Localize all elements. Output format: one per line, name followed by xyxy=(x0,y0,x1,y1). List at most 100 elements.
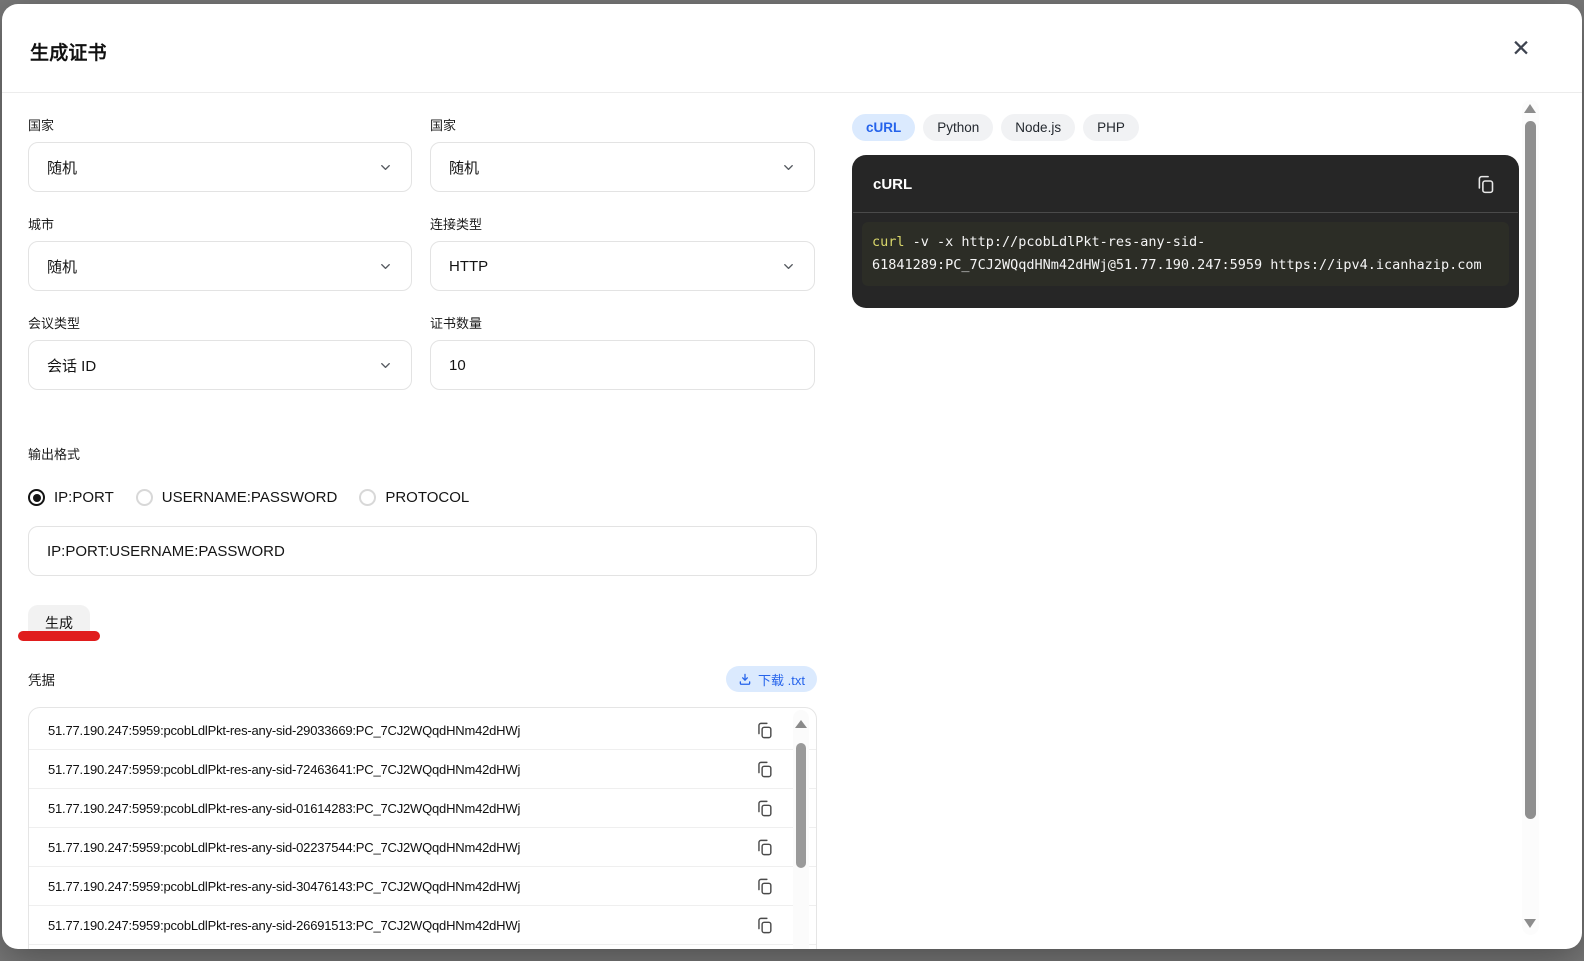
connection-type-select[interactable]: HTTP xyxy=(430,241,815,291)
credentials-label: 凭据 xyxy=(28,673,55,688)
select-value: 随机 xyxy=(449,159,480,177)
fields-grid: 国家 随机 国家 随机 城市 随机 连接类型 HTTP 会议类型 会话 ID 证… xyxy=(28,93,817,412)
output-format-label: 输出格式 xyxy=(28,447,81,462)
credential-text: 51.77.190.247:5959:pcobLdlPkt-res-any-si… xyxy=(48,800,521,816)
generate-certificate-dialog: 生成证书 ✕ 国家 随机 国家 随机 城市 随机 连接类型 HTTP 会议类型 … xyxy=(2,4,1582,949)
scrollbar-thumb[interactable] xyxy=(1525,121,1536,819)
credentials-list: 51.77.190.247:5959:pcobLdlPkt-res-any-si… xyxy=(28,707,817,949)
copy-icon xyxy=(755,760,774,779)
country-2-select[interactable]: 随机 xyxy=(430,142,815,192)
session-type-select[interactable]: 会话 ID xyxy=(28,340,412,390)
credential-row: 51.77.190.247:5959:pcobLdlPkt-res-any-si… xyxy=(29,750,816,789)
radio-icon xyxy=(28,489,45,506)
select-value: 随机 xyxy=(47,258,78,276)
credentials-header: 凭据 下载 .txt xyxy=(28,666,817,692)
scroll-up-arrow-icon[interactable] xyxy=(795,720,807,728)
credential-row: 51.77.190.247:5959:pcobLdlPkt-res-any-si… xyxy=(29,789,816,828)
chevron-down-icon xyxy=(378,160,393,175)
copy-icon xyxy=(1475,174,1496,195)
field-label: 连接类型 xyxy=(430,217,483,232)
scroll-down-arrow-icon[interactable] xyxy=(1524,919,1536,928)
chevron-down-icon xyxy=(378,259,393,274)
field-label: 会议类型 xyxy=(28,316,81,331)
copy-icon xyxy=(755,721,774,740)
radio-icon xyxy=(359,489,377,506)
scroll-up-arrow-icon[interactable] xyxy=(1524,104,1536,113)
field-city: 城市 随机 xyxy=(28,214,412,291)
radio-label: USERNAME:PASSWORD xyxy=(161,489,338,506)
field-certificate-count: 证书数量 xyxy=(430,313,815,390)
form-column: 国家 随机 国家 随机 城市 随机 连接类型 HTTP 会议类型 会话 ID 证… xyxy=(28,93,817,949)
copy-icon xyxy=(755,799,774,818)
field-country-1: 国家 随机 xyxy=(28,115,412,192)
credential-row: 51.77.190.247:5959:pcobLdlPkt-res-any-si… xyxy=(29,906,816,945)
scrollbar-thumb[interactable] xyxy=(796,743,806,868)
code-panel-header: cURL xyxy=(852,155,1519,212)
chevron-down-icon xyxy=(781,259,796,274)
credential-text: 51.77.190.247:5959:pcobLdlPkt-res-any-si… xyxy=(48,839,521,855)
credential-row: 51.77.190.247:5959:pcobLdlPkt-res-any-si… xyxy=(29,867,816,906)
radio-label: PROTOCOL xyxy=(385,489,470,506)
close-icon: ✕ xyxy=(1511,36,1531,62)
copy-credential-button[interactable] xyxy=(753,836,776,859)
field-label: 证书数量 xyxy=(430,316,483,331)
copy-credential-button[interactable] xyxy=(753,875,776,898)
certificate-count-input[interactable] xyxy=(430,340,815,390)
copy-credential-button[interactable] xyxy=(753,797,776,820)
select-value: HTTP xyxy=(449,257,489,275)
code-panel: cURL curl -v -x http://pcobLdlPkt-res-an… xyxy=(852,155,1519,308)
radio-label: IP:PORT xyxy=(54,489,114,506)
tab-curl[interactable]: cURL xyxy=(852,114,916,141)
credentials-scrollbar[interactable] xyxy=(793,710,809,949)
code-panel-title: cURL xyxy=(873,176,913,193)
chevron-down-icon xyxy=(781,160,796,175)
tab-python[interactable]: Python xyxy=(923,114,994,141)
select-value: 随机 xyxy=(47,159,78,177)
credential-text: 51.77.190.247:5959:pcobLdlPkt-res-any-si… xyxy=(48,917,521,933)
dialog-scrollbar[interactable] xyxy=(1522,100,1539,935)
copy-icon xyxy=(755,916,774,935)
dialog-title: 生成证书 xyxy=(30,43,107,64)
city-select[interactable]: 随机 xyxy=(28,241,412,291)
radio-username-password[interactable]: USERNAME:PASSWORD xyxy=(135,489,338,506)
code-language-tabs: cURL Python Node.js PHP xyxy=(852,114,1519,141)
code-snippet: curl -v -x http://pcobLdlPkt-res-any-sid… xyxy=(862,222,1509,286)
radio-icon xyxy=(135,489,153,506)
chevron-down-icon xyxy=(378,358,393,373)
credential-row: 51.77.190.247:5959:pcobLdlPkt-res-any-si… xyxy=(29,828,816,867)
code-command: -v -x http://pcobLdlPkt-res-any-sid-6184… xyxy=(872,234,1482,273)
field-connection-type: 连接类型 HTTP xyxy=(430,214,815,291)
field-session-type: 会议类型 会话 ID xyxy=(28,313,412,390)
copy-icon xyxy=(755,838,774,857)
annotation-red-underline xyxy=(18,631,100,641)
credential-text: 51.77.190.247:5959:pcobLdlPkt-res-any-si… xyxy=(48,761,521,777)
copy-credential-button[interactable] xyxy=(753,758,776,781)
code-column: cURL Python Node.js PHP cURL curl -v -x … xyxy=(852,93,1519,308)
close-button[interactable]: ✕ xyxy=(1506,34,1536,64)
copy-credential-button[interactable] xyxy=(753,914,776,937)
radio-ip-port[interactable]: IP:PORT xyxy=(28,489,114,506)
country-1-select[interactable]: 随机 xyxy=(28,142,412,192)
field-label: 国家 xyxy=(28,118,55,133)
format-template-input[interactable] xyxy=(28,526,817,576)
copy-icon xyxy=(755,877,774,896)
copy-credential-button[interactable] xyxy=(753,719,776,742)
credential-text: 51.77.190.247:5959:pcobLdlPkt-res-any-si… xyxy=(48,878,521,894)
output-format-radio-group: IP:PORT USERNAME:PASSWORD PROTOCOL xyxy=(28,489,817,506)
dialog-header: 生成证书 ✕ xyxy=(2,4,1582,93)
tab-nodejs[interactable]: Node.js xyxy=(1001,114,1076,141)
tab-php[interactable]: PHP xyxy=(1083,114,1139,141)
code-keyword: curl xyxy=(872,234,905,250)
download-label: 下载 .txt xyxy=(758,672,805,688)
download-icon xyxy=(738,672,752,686)
download-txt-button[interactable]: 下载 .txt xyxy=(726,666,817,692)
field-country-2: 国家 随机 xyxy=(430,115,815,192)
field-label: 城市 xyxy=(28,217,55,232)
radio-protocol[interactable]: PROTOCOL xyxy=(359,489,469,506)
select-value: 会话 ID xyxy=(47,357,97,375)
copy-code-button[interactable] xyxy=(1473,172,1498,197)
field-label: 国家 xyxy=(430,118,457,133)
credential-row: 51.77.190.247:5959:pcobLdlPkt-res-any-si… xyxy=(29,711,816,750)
code-panel-divider xyxy=(853,212,1518,213)
credential-text: 51.77.190.247:5959:pcobLdlPkt-res-any-si… xyxy=(48,722,521,738)
